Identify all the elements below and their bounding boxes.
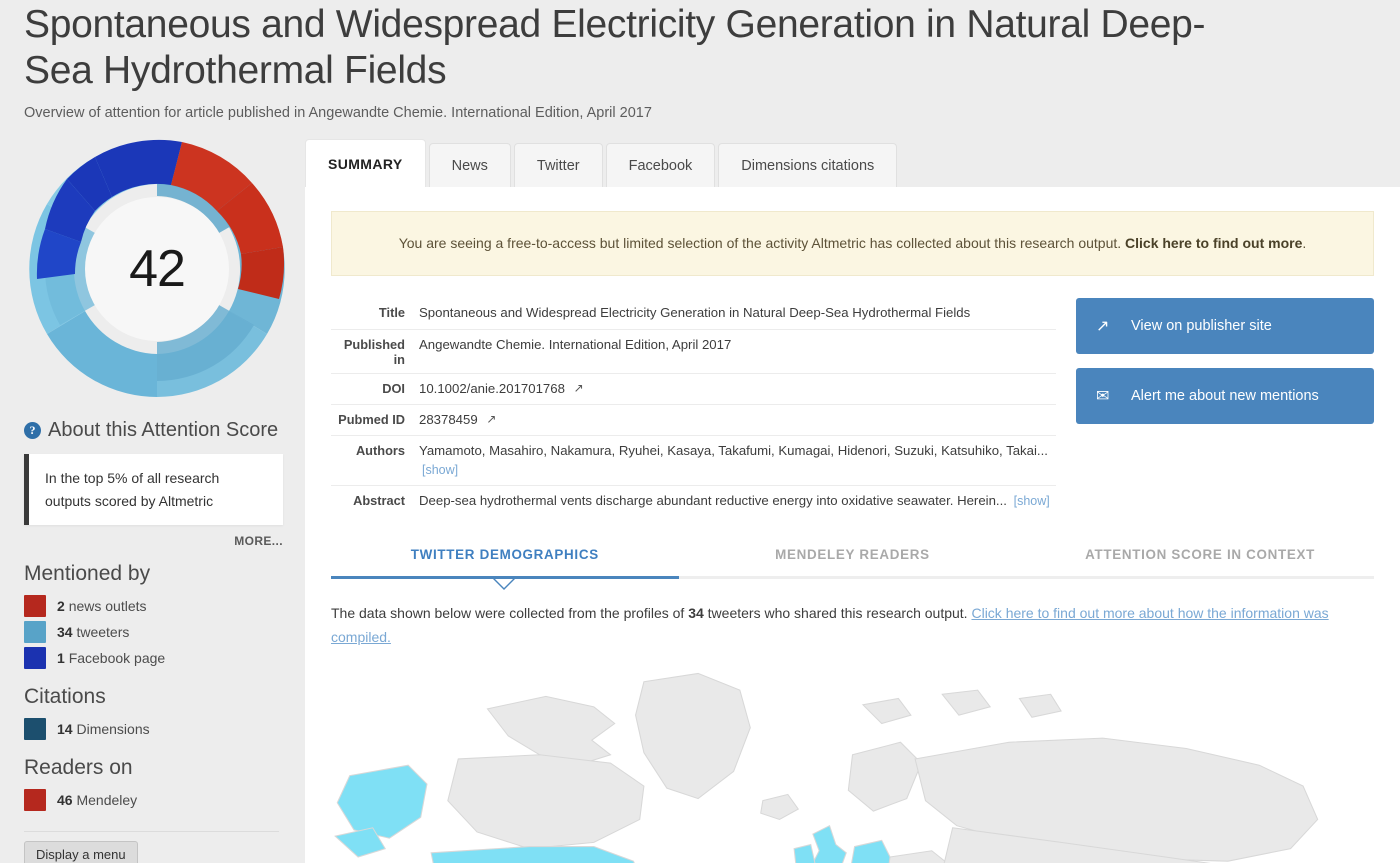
subtab-attention-score-in-context[interactable]: ATTENTION SCORE IN CONTEXT (1026, 547, 1374, 576)
more-link[interactable]: MORE... (24, 534, 283, 548)
mention-count: 1 (57, 650, 65, 667)
reader-count: 46 (57, 792, 73, 809)
news-swatch-icon (24, 595, 46, 618)
envelope-icon: ✉ (1096, 388, 1110, 406)
alert-me-label: Alert me about new mentions (1131, 388, 1319, 405)
mentioned-by-heading: Mentioned by (24, 562, 151, 586)
desc-prefix: The data shown below were collected from… (331, 604, 689, 621)
meta-value: 10.1002/anie.201701768 (419, 380, 565, 396)
meta-label: Pubmed ID (338, 412, 405, 427)
tab-dimensions-citations[interactable]: Dimensions citations (718, 143, 898, 188)
table-row: Abstract Deep-sea hydrothermal vents dis… (331, 486, 1056, 517)
mendeley-swatch-icon (24, 789, 46, 812)
tab-twitter[interactable]: Twitter (513, 143, 603, 188)
action-buttons: ↗ View on publisher site ✉ Alert me abou… (1076, 298, 1374, 517)
twitter-swatch-icon (24, 621, 46, 644)
sidebar-divider (24, 831, 279, 833)
attention-score-value: 42 (129, 240, 186, 299)
list-item[interactable]: 1 Facebook page (24, 645, 283, 671)
meta-label: Title (378, 305, 405, 321)
reader-label: Mendeley (76, 792, 138, 809)
subtab-mendeley-readers[interactable]: MENDELEY READERS (679, 547, 1027, 576)
sub-tab-bar: TWITTER DEMOGRAPHICS MENDELEY READERS AT… (331, 547, 1374, 576)
readers-on-heading: Readers on (24, 756, 133, 780)
question-mark-icon: ? (24, 422, 41, 440)
table-row: Authors Yamamoto, Masahiro, Nakamura, Ry… (331, 436, 1056, 487)
page-subtitle: Overview of attention for article publis… (24, 105, 652, 122)
external-link-icon[interactable]: ↗ (574, 380, 584, 397)
table-row: Pubmed ID 28378459 ↗ (331, 405, 1056, 437)
score-callout: In the top 5% of all research outputs sc… (24, 454, 283, 526)
view-on-publisher-site-button[interactable]: ↗ View on publisher site (1076, 298, 1374, 355)
tab-bar: SUMMARY News Twitter Facebook Dimensions… (305, 139, 1400, 188)
page-title: Spontaneous and Widespread Electricity G… (24, 3, 1206, 93)
external-link-icon: ↗ (1096, 318, 1110, 336)
dimensions-swatch-icon (24, 718, 46, 741)
list-item[interactable]: 34 tweeters (24, 619, 283, 645)
citation-count: 14 (57, 721, 73, 738)
about-attention-score-label: About this Attention Score (48, 419, 279, 442)
tweeter-count: 34 (688, 604, 704, 621)
facebook-swatch-icon (24, 647, 46, 670)
mention-label: news outlets (68, 598, 147, 615)
notice-text: You are seeing a free-to-access but limi… (398, 235, 1126, 252)
view-publisher-label: View on publisher site (1131, 318, 1272, 335)
tab-facebook[interactable]: Facebook (605, 143, 716, 188)
content-area: SUMMARY News Twitter Facebook Dimensions… (305, 139, 1400, 863)
table-row: DOI 10.1002/anie.201701768 ↗ (331, 374, 1056, 405)
metadata-section: Title Spontaneous and Widespread Electri… (331, 298, 1374, 517)
sub-tab-rail (331, 575, 1374, 579)
citations-list: 14 Dimensions (24, 716, 283, 742)
citations-heading: Citations (24, 685, 106, 709)
world-map-svg (334, 673, 1319, 863)
list-item[interactable]: 2 news outlets (24, 593, 283, 619)
geographic-map[interactable] (331, 663, 1374, 863)
meta-value: Deep-sea hydrothermal vents discharge ab… (419, 493, 1007, 509)
alert-me-button[interactable]: ✉ Alert me about new mentions (1076, 368, 1374, 425)
display-menu-button[interactable]: Display a menu (24, 841, 138, 863)
meta-value: Angewandte Chemie. International Edition… (419, 336, 732, 352)
demographics-description: The data shown below were collected from… (331, 601, 1374, 649)
mention-count: 34 (57, 624, 73, 641)
about-attention-score[interactable]: ? About this Attention Score (24, 419, 283, 442)
meta-label: Authors (355, 443, 405, 459)
access-notice: You are seeing a free-to-access but limi… (331, 211, 1374, 277)
tab-summary[interactable]: SUMMARY (305, 139, 426, 188)
notice-suffix: . (1302, 235, 1307, 252)
notice-link[interactable]: Click here to find out more (1125, 235, 1302, 251)
summary-panel: You are seeing a free-to-access but limi… (305, 187, 1400, 863)
subtab-twitter-demographics[interactable]: TWITTER DEMOGRAPHICS (331, 547, 679, 576)
mention-count: 2 (57, 598, 65, 615)
display-menu-label: Display a menu (36, 847, 126, 863)
list-item[interactable]: 14 Dimensions (24, 716, 283, 742)
meta-value: Spontaneous and Widespread Electricity G… (419, 305, 971, 321)
mention-label: Facebook page (68, 650, 166, 667)
table-row: Published in Angewandte Chemie. Internat… (331, 330, 1056, 374)
chevron-down-icon (493, 578, 516, 590)
table-row: Title Spontaneous and Widespread Electri… (331, 298, 1056, 330)
meta-value: Yamamoto, Masahiro, Nakamura, Ryuhei, Ka… (419, 443, 1048, 459)
metadata-rows: Title Spontaneous and Widespread Electri… (331, 298, 1056, 517)
meta-label: DOI (382, 380, 405, 396)
authors-show-link[interactable]: [show] (422, 463, 458, 477)
meta-label: Published in (343, 336, 405, 367)
meta-value: 28378459 (419, 412, 478, 427)
mentioned-by-list: 2 news outlets 34 tweeters 1 Facebook pa… (24, 593, 283, 671)
page-header: Spontaneous and Widespread Electricity G… (0, 0, 1400, 122)
meta-label: Abstract (353, 493, 405, 509)
main-layout: 42 ? About this Attention Score In the t… (0, 139, 1400, 863)
list-item[interactable]: 46 Mendeley (24, 787, 283, 813)
altmetric-donut[interactable]: 42 (22, 135, 292, 403)
external-link-icon[interactable]: ↗ (486, 411, 496, 428)
mention-label: tweeters (76, 624, 130, 641)
desc-mid: tweeters who shared this research output… (703, 604, 972, 621)
citation-label: Dimensions (76, 721, 150, 738)
sidebar: 42 ? About this Attention Score In the t… (0, 139, 305, 863)
tab-news[interactable]: News (428, 143, 511, 188)
readers-on-list: 46 Mendeley (24, 787, 283, 813)
abstract-show-link[interactable]: [show] (1014, 494, 1050, 508)
